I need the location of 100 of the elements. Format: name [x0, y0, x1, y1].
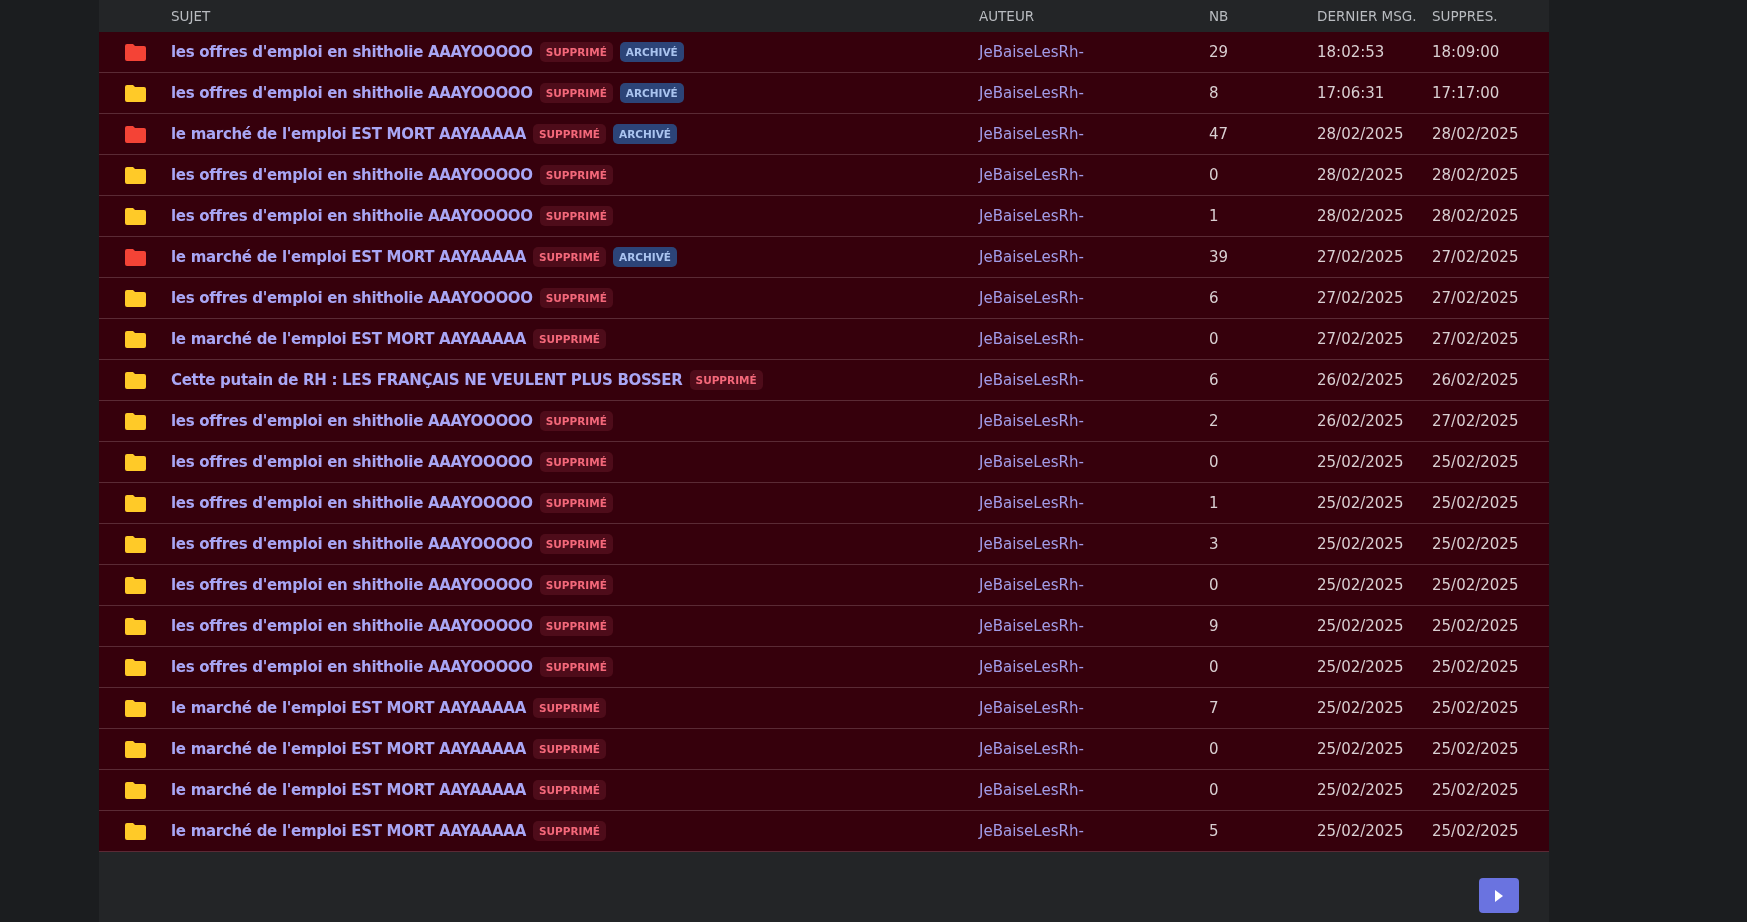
author-link[interactable]: JeBaiseLesRh- — [979, 412, 1209, 430]
deletion-date-cell-text: 25/02/2025 — [1432, 699, 1520, 717]
column-header: SUJET — [171, 8, 212, 24]
topic-link[interactable]: le marché de l'emploi EST MORT AAYAAAAA — [171, 781, 526, 799]
topic-link[interactable]: les offres d'emploi en shitholie AAAYOOOOO — [171, 535, 533, 553]
author-link[interactable]: JeBaiseLesRh- — [979, 371, 1209, 389]
count-cell-text: 47 — [1209, 125, 1230, 143]
next-page-button[interactable] — [1479, 878, 1519, 913]
deletion-date-cell-text: 28/02/2025 — [1432, 207, 1520, 225]
topic-row[interactable]: les offres d'emploi en shitholie AAAYOOOOO SUPPRIMÉ JeBaiseLesRh- 1 28/02/2025 28/02/2025 — [99, 196, 1549, 237]
deleted-badge: SUPPRIMÉ — [532, 698, 607, 718]
topic-link[interactable]: les offres d'emploi en shitholie AAAYOOOOO — [171, 43, 533, 61]
count-cell-text: 0 — [1209, 576, 1220, 594]
deleted-badge: SUPPRIMÉ — [539, 575, 613, 595]
topic-link[interactable]: les offres d'emploi en shitholie AAAYOOOOO — [171, 166, 533, 184]
last-message-cell-text: 26/02/2025 — [1317, 371, 1405, 389]
deleted-badge: SUPPRIMÉ — [689, 370, 763, 390]
author-link[interactable]: JeBaiseLesRh- — [979, 822, 1209, 840]
author-link[interactable]: JeBaiseLesRh- — [979, 740, 1209, 758]
topic-link[interactable]: les offres d'emploi en shitholie AAAYOOOOO — [171, 453, 533, 471]
topic-link[interactable]: les offres d'emploi en shitholie AAAYOOOOO — [171, 412, 533, 430]
last-message-cell-text: 17:06:31 — [1317, 84, 1386, 102]
deleted-badge: SUPPRIMÉ — [532, 739, 607, 759]
topic-row[interactable]: le marché de l'emploi EST MORT AAYAAAAA SUPPRIMÉ JeBaiseLesRh- 0 25/02/2025 25/02/2025 — [99, 729, 1549, 770]
topic-row[interactable]: les offres d'emploi en shitholie AAAYOOOOO SUPPRIMÉ JeBaiseLesRh- 0 28/02/2025 28/02/2025 — [99, 155, 1549, 196]
topic-link[interactable]: les offres d'emploi en shitholie AAAYOOOOO — [171, 494, 533, 512]
count-cell-text: 5 — [1209, 822, 1220, 840]
topic-link[interactable]: le marché de l'emploi EST MORT AAYAAAAA — [171, 248, 526, 266]
topic-row[interactable]: le marché de l'emploi EST MORT AAYAAAAA SUPPRIMÉ ARCHIVÉ JeBaiseLesRh- 39 27/02/2025 27/02/2025 — [99, 237, 1549, 278]
deletion-date-cell-text: 27/02/2025 — [1432, 289, 1520, 307]
author-link[interactable]: JeBaiseLesRh- — [979, 84, 1209, 102]
deleted-badge: SUPPRIMÉ — [539, 206, 613, 226]
topic-row[interactable]: les offres d'emploi en shitholie AAAYOOOOO SUPPRIMÉ JeBaiseLesRh- 0 25/02/2025 25/02/2025 — [99, 565, 1549, 606]
topic-link[interactable]: le marché de l'emploi EST MORT AAYAAAAA — [171, 330, 526, 348]
last-message-cell-text: 25/02/2025 — [1317, 453, 1405, 471]
topic-row[interactable]: les offres d'emploi en shitholie AAAYOOOOO SUPPRIMÉ ARCHIVÉ JeBaiseLesRh- 29 18:02:53 18:09:00 — [99, 32, 1549, 73]
author-link[interactable]: JeBaiseLesRh- — [979, 781, 1209, 799]
topic-row[interactable]: les offres d'emploi en shitholie AAAYOOOOO SUPPRIMÉ JeBaiseLesRh- 1 25/02/2025 25/02/2025 — [99, 483, 1549, 524]
count-cell-text: 0 — [1209, 453, 1220, 471]
last-message-cell-text: 26/02/2025 — [1317, 412, 1405, 430]
author-link[interactable]: JeBaiseLesRh- — [979, 576, 1209, 594]
deletion-date-cell-text: 25/02/2025 — [1432, 494, 1520, 512]
count-cell-text: 39 — [1209, 248, 1230, 266]
author-link[interactable]: JeBaiseLesRh- — [979, 166, 1209, 184]
archived-badge: ARCHIVÉ — [613, 247, 677, 267]
topic-row[interactable]: le marché de l'emploi EST MORT AAYAAAAA SUPPRIMÉ JeBaiseLesRh- 5 25/02/2025 25/02/2025 — [99, 811, 1549, 852]
topic-link[interactable]: le marché de l'emploi EST MORT AAYAAAAA — [171, 740, 526, 758]
deletion-date-cell-text: 25/02/2025 — [1432, 617, 1520, 635]
topic-row[interactable]: le marché de l'emploi EST MORT AAYAAAAA SUPPRIMÉ JeBaiseLesRh- 0 27/02/2025 27/02/2025 — [99, 319, 1549, 360]
last-message-cell-text: 28/02/2025 — [1317, 125, 1405, 143]
author-link[interactable]: JeBaiseLesRh- — [979, 494, 1209, 512]
author-link[interactable]: JeBaiseLesRh- — [979, 330, 1209, 348]
deletion-date-cell-text: 26/02/2025 — [1432, 371, 1520, 389]
topic-link[interactable]: les offres d'emploi en shitholie AAAYOOOOO — [171, 289, 533, 307]
count-cell-text: 8 — [1209, 84, 1220, 102]
author-link[interactable]: JeBaiseLesRh- — [979, 535, 1209, 553]
deleted-badge: SUPPRIMÉ — [532, 780, 607, 800]
author-link[interactable]: JeBaiseLesRh- — [979, 125, 1209, 143]
count-cell-text: 3 — [1209, 535, 1220, 553]
deletion-date-cell-text: 25/02/2025 — [1432, 740, 1520, 758]
topic-row[interactable]: les offres d'emploi en shitholie AAAYOOOOO SUPPRIMÉ ARCHIVÉ JeBaiseLesRh- 8 17:06:31 17:17:00 — [99, 73, 1549, 114]
last-message-cell-text: 25/02/2025 — [1317, 535, 1405, 553]
topic-row[interactable]: le marché de l'emploi EST MORT AAYAAAAA SUPPRIMÉ ARCHIVÉ JeBaiseLesRh- 47 28/02/2025 28/02/2025 — [99, 114, 1549, 155]
topic-row[interactable]: Cette putain de RH : LES FRANÇAIS NE VEULENT PLUS BOSSER SUPPRIMÉ JeBaiseLesRh- 6 26/02/2025 26/02/2025 — [99, 360, 1549, 401]
deleted-badge: SUPPRIMÉ — [539, 534, 613, 554]
topic-row[interactable]: les offres d'emploi en shitholie AAAYOOOOO SUPPRIMÉ JeBaiseLesRh- 0 25/02/2025 25/02/2025 — [99, 442, 1549, 483]
topic-row[interactable]: le marché de l'emploi EST MORT AAYAAAAA SUPPRIMÉ JeBaiseLesRh- 7 25/02/2025 25/02/2025 — [99, 688, 1549, 729]
topic-link[interactable]: les offres d'emploi en shitholie AAAYOOOOO — [171, 658, 533, 676]
deleted-badge: SUPPRIMÉ — [539, 288, 613, 308]
count-cell-text: 6 — [1209, 371, 1220, 389]
topic-row[interactable]: les offres d'emploi en shitholie AAAYOOOOO SUPPRIMÉ JeBaiseLesRh- 3 25/02/2025 25/02/2025 — [99, 524, 1549, 565]
topic-row[interactable]: les offres d'emploi en shitholie AAAYOOOOO SUPPRIMÉ JeBaiseLesRh- 9 25/02/2025 25/02/2025 — [99, 606, 1549, 647]
author-link[interactable]: JeBaiseLesRh- — [979, 658, 1209, 676]
deleted-badge: SUPPRIMÉ — [539, 657, 613, 677]
last-message-cell-text: 27/02/2025 — [1317, 289, 1405, 307]
author-link[interactable]: JeBaiseLesRh- — [979, 699, 1209, 717]
count-cell-text: 0 — [1209, 166, 1220, 184]
topic-link[interactable]: Cette putain de RH : LES FRANÇAIS NE VEULENT PLUS BOSSER — [171, 371, 683, 389]
topic-row[interactable]: les offres d'emploi en shitholie AAAYOOOOO SUPPRIMÉ JeBaiseLesRh- 2 26/02/2025 27/02/2025 — [99, 401, 1549, 442]
topic-link[interactable]: le marché de l'emploi EST MORT AAYAAAAA — [171, 125, 526, 143]
deletion-date-cell-text: 25/02/2025 — [1432, 822, 1520, 840]
topic-row[interactable]: les offres d'emploi en shitholie AAAYOOOOO SUPPRIMÉ JeBaiseLesRh- 0 25/02/2025 25/02/2025 — [99, 647, 1549, 688]
topic-row[interactable]: les offres d'emploi en shitholie AAAYOOOOO SUPPRIMÉ JeBaiseLesRh- 6 27/02/2025 27/02/2025 — [99, 278, 1549, 319]
author-link[interactable]: JeBaiseLesRh- — [979, 289, 1209, 307]
topic-link[interactable]: le marché de l'emploi EST MORT AAYAAAAA — [171, 822, 526, 840]
topic-link[interactable]: le marché de l'emploi EST MORT AAYAAAAA — [171, 699, 526, 717]
deletion-date-cell-text: 25/02/2025 — [1432, 658, 1520, 676]
topic-link[interactable]: les offres d'emploi en shitholie AAAYOOOOO — [171, 84, 533, 102]
last-message-cell-text: 25/02/2025 — [1317, 699, 1405, 717]
count-cell-text: 0 — [1209, 658, 1220, 676]
topic-row[interactable]: le marché de l'emploi EST MORT AAYAAAAA SUPPRIMÉ JeBaiseLesRh- 0 25/02/2025 25/02/2025 — [99, 770, 1549, 811]
topic-link[interactable]: les offres d'emploi en shitholie AAAYOOOOO — [171, 617, 533, 635]
last-message-cell-text: 27/02/2025 — [1317, 248, 1405, 266]
author-link[interactable]: JeBaiseLesRh- — [979, 207, 1209, 225]
author-link[interactable]: JeBaiseLesRh- — [979, 248, 1209, 266]
author-link[interactable]: JeBaiseLesRh- — [979, 43, 1209, 61]
author-link[interactable]: JeBaiseLesRh- — [979, 453, 1209, 471]
author-link[interactable]: JeBaiseLesRh- — [979, 617, 1209, 635]
topic-link[interactable]: les offres d'emploi en shitholie AAAYOOOOO — [171, 207, 533, 225]
topic-link[interactable]: les offres d'emploi en shitholie AAAYOOOOO — [171, 576, 533, 594]
